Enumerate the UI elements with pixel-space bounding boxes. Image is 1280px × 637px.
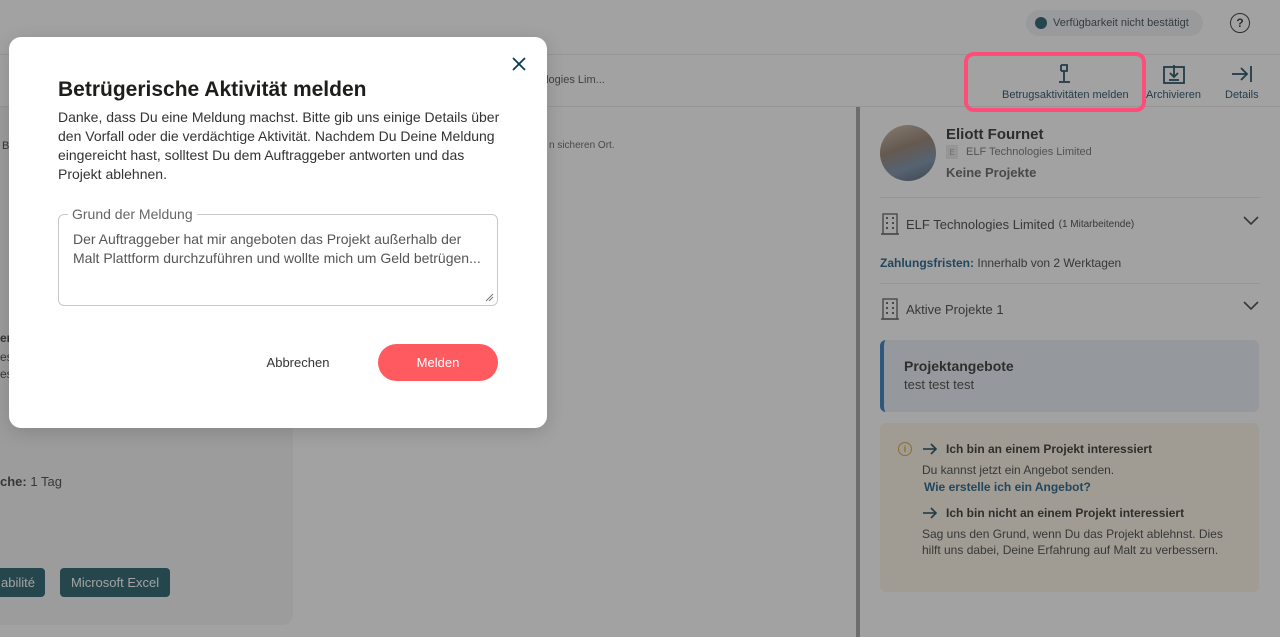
dialog-description: Danke, dass Du eine Meldung machst. Bitt… (58, 109, 500, 182)
submit-report-button[interactable]: Melden (378, 344, 498, 381)
cancel-button[interactable]: Abbrechen (239, 344, 357, 381)
resize-handle-icon[interactable] (485, 293, 494, 302)
report-reason-input[interactable]: Der Auftraggeber hat mir angeboten das P… (73, 230, 485, 300)
report-fraud-dialog: Betrügerische Aktivität melden Danke, da… (9, 37, 547, 428)
close-icon[interactable] (509, 54, 529, 74)
dialog-title: Betrügerische Aktivität melden (58, 78, 367, 101)
report-reason-label: Grund der Meldung (68, 206, 197, 222)
report-button-highlight (964, 52, 1146, 112)
report-reason-field: Grund der Meldung Der Auftraggeber hat m… (58, 206, 498, 306)
